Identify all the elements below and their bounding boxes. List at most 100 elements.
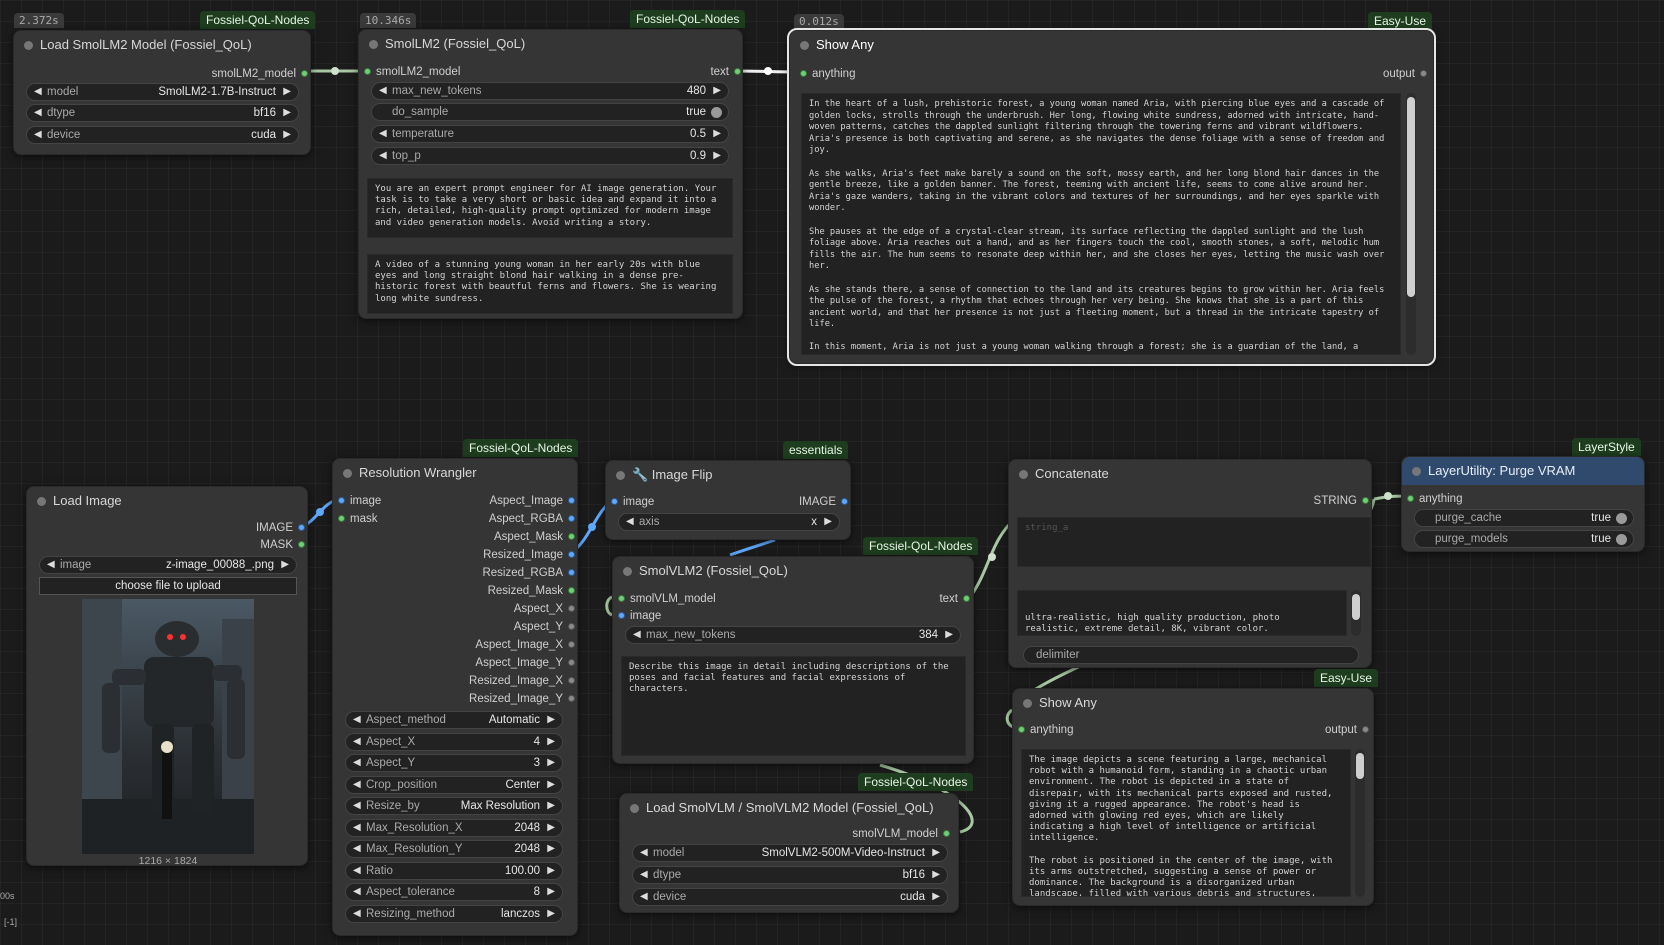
widget-max-new-tokens[interactable]: ◀ max_new_tokens 480 ▶ [371, 82, 729, 100]
input-mask[interactable]: mask [338, 512, 377, 526]
output-aspect-x[interactable]: Aspect_X [514, 602, 575, 616]
output-slot[interactable] [568, 497, 575, 504]
show-any-text[interactable]: The image depicts a scene featuring a la… [1021, 749, 1351, 897]
input-slot[interactable] [338, 497, 345, 504]
arrow-left-icon[interactable]: ◀ [353, 755, 361, 771]
arrow-right-icon[interactable]: ▶ [547, 798, 555, 814]
output-smollm2-model[interactable]: smolLM2_model [212, 67, 308, 81]
node-show-any-top[interactable]: Show Any anything output In the heart of… [787, 28, 1436, 366]
arrow-right-icon[interactable]: ▶ [547, 841, 555, 857]
arrow-left-icon[interactable]: ◀ [640, 845, 648, 861]
output-slot[interactable] [963, 595, 970, 602]
widget-dtype[interactable]: ◀ dtype bf16 ▶ [632, 866, 948, 884]
widget-delimiter[interactable]: delimiter [1023, 646, 1359, 664]
output-slot[interactable] [568, 515, 575, 522]
widget-resizing-method[interactable]: ◀ Resizing_method lanczos ▶ [345, 905, 563, 923]
show-any-text[interactable]: In the heart of a lush, prehistoric fore… [801, 93, 1401, 355]
collapse-dot[interactable] [1412, 467, 1421, 476]
arrow-left-icon[interactable]: ◀ [379, 83, 387, 99]
arrow-left-icon[interactable]: ◀ [353, 798, 361, 814]
widget-crop-position[interactable]: ◀ Crop_position Center ▶ [345, 776, 563, 794]
toggle-icon[interactable] [1616, 534, 1627, 545]
widget-aspect-x[interactable]: ◀ Aspect_X 4 ▶ [345, 733, 563, 751]
output-output[interactable]: output [1325, 723, 1369, 737]
input-slot[interactable] [800, 70, 807, 77]
output-slot[interactable] [298, 524, 305, 531]
output-slot[interactable] [568, 623, 575, 630]
output-resized-rgba[interactable]: Resized_RGBA [482, 566, 575, 580]
widget-ratio[interactable]: ◀ Ratio 100.00 ▶ [345, 862, 563, 880]
input-slot[interactable] [1018, 726, 1025, 733]
arrow-left-icon[interactable]: ◀ [34, 127, 42, 143]
widget-device[interactable]: ◀ device cuda ▶ [632, 888, 948, 906]
output-slot[interactable] [301, 70, 308, 77]
output-slot[interactable] [568, 695, 575, 702]
collapse-dot[interactable] [24, 41, 33, 50]
output-resized-mask[interactable]: Resized_Mask [488, 584, 575, 598]
collapse-dot[interactable] [37, 497, 46, 506]
node-show-any-bottom[interactable]: Show Any anything output The image depic… [1012, 688, 1374, 906]
input-slot[interactable] [364, 68, 371, 75]
node-title[interactable]: Show Any [1013, 689, 1373, 717]
input-image[interactable]: image [618, 609, 661, 623]
widget-resize-by[interactable]: ◀ Resize_by Max Resolution ▶ [345, 797, 563, 815]
arrow-left-icon[interactable]: ◀ [353, 841, 361, 857]
arrow-left-icon[interactable]: ◀ [353, 820, 361, 836]
arrow-right-icon[interactable]: ▶ [283, 84, 291, 100]
arrow-right-icon[interactable]: ▶ [945, 627, 953, 643]
arrow-right-icon[interactable]: ▶ [547, 777, 555, 793]
collapse-dot[interactable] [616, 471, 625, 480]
arrow-left-icon[interactable]: ◀ [34, 84, 42, 100]
collapse-dot[interactable] [343, 469, 352, 478]
node-load-smollm2[interactable]: Load SmolLM2 Model (Fossiel_QoL) smolLM2… [13, 30, 311, 155]
output-image[interactable]: IMAGE [256, 521, 305, 535]
output-slot[interactable] [841, 498, 848, 505]
arrow-left-icon[interactable]: ◀ [633, 627, 641, 643]
output-slot[interactable] [1420, 70, 1427, 77]
input-slot[interactable] [618, 612, 625, 619]
output-slot[interactable] [568, 605, 575, 612]
collapse-dot[interactable] [369, 40, 378, 49]
scrollbar-thumb[interactable] [1407, 97, 1415, 297]
node-smollm2[interactable]: SmolLM2 (Fossiel_QoL) smolLM2_model text… [358, 29, 743, 319]
upload-button[interactable]: choose file to upload [39, 577, 297, 595]
output-mask[interactable]: MASK [260, 538, 305, 552]
arrow-right-icon[interactable]: ▶ [281, 557, 289, 573]
arrow-right-icon[interactable]: ▶ [713, 126, 721, 142]
arrow-right-icon[interactable]: ▶ [547, 734, 555, 750]
arrow-left-icon[interactable]: ◀ [353, 863, 361, 879]
input-image[interactable]: image [611, 495, 654, 509]
arrow-right-icon[interactable]: ▶ [547, 712, 555, 728]
output-aspect-mask[interactable]: Aspect_Mask [494, 530, 575, 544]
arrow-right-icon[interactable]: ▶ [547, 820, 555, 836]
vlm-prompt-textarea[interactable]: Describe this image in detail including … [621, 656, 966, 756]
node-smolvlm2[interactable]: SmolVLM2 (Fossiel_QoL) smolVLM_model ima… [612, 556, 974, 764]
arrow-left-icon[interactable]: ◀ [353, 734, 361, 750]
output-text[interactable]: text [710, 65, 741, 79]
output-slot[interactable] [568, 587, 575, 594]
collapse-dot[interactable] [623, 567, 632, 576]
input-image[interactable]: image [338, 494, 381, 508]
input-slot[interactable] [611, 498, 618, 505]
system-prompt-textarea[interactable]: You are an expert prompt engineer for AI… [367, 178, 733, 238]
output-slot[interactable] [734, 68, 741, 75]
widget-purge-models[interactable]: purge_models true [1414, 530, 1634, 548]
output-slot[interactable] [568, 641, 575, 648]
input-slot[interactable] [338, 515, 345, 522]
collapse-dot[interactable] [630, 804, 639, 813]
arrow-right-icon[interactable]: ▶ [824, 514, 832, 530]
output-slot[interactable] [943, 830, 950, 837]
toggle-icon[interactable] [1616, 513, 1627, 524]
output-resized-image[interactable]: Resized_Image [483, 548, 575, 562]
user-prompt-textarea[interactable]: A video of a stunning young woman in her… [367, 254, 733, 314]
output-resized-image-y[interactable]: Resized_Image_Y [469, 692, 575, 706]
arrow-left-icon[interactable]: ◀ [353, 777, 361, 793]
arrow-right-icon[interactable]: ▶ [932, 889, 940, 905]
widget-aspect-method[interactable]: ◀ Aspect_method Automatic ▶ [345, 711, 563, 729]
arrow-right-icon[interactable]: ▶ [283, 127, 291, 143]
output-slot[interactable] [1362, 497, 1369, 504]
arrow-right-icon[interactable]: ▶ [932, 867, 940, 883]
arrow-right-icon[interactable]: ▶ [713, 83, 721, 99]
toggle-icon[interactable] [711, 107, 722, 118]
scrollbar-thumb[interactable] [1356, 753, 1364, 779]
